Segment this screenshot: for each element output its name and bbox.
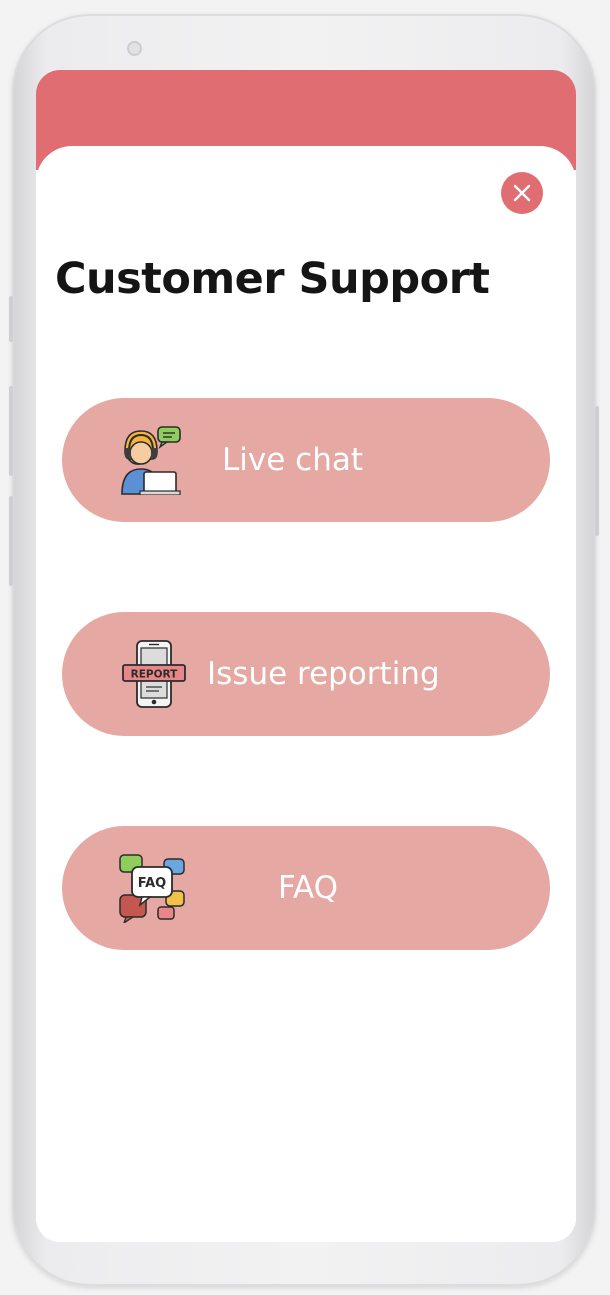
phone-side-button: [9, 386, 13, 476]
faq-bubbles-icon: FAQ: [119, 854, 185, 923]
live-chat-button[interactable]: Live chat: [62, 398, 550, 522]
page-title: Customer Support: [55, 254, 490, 304]
phone-side-button: [595, 406, 599, 536]
faq-icon-text: FAQ: [138, 876, 167, 891]
phone-side-button: [9, 296, 13, 342]
option-label: FAQ: [278, 870, 339, 906]
front-camera: [127, 41, 142, 56]
report-icon-text: REPORT: [131, 669, 178, 681]
option-label: Live chat: [222, 442, 363, 478]
report-phone-icon: REPORT: [122, 640, 186, 708]
faq-button[interactable]: FAQ FAQ: [62, 826, 550, 950]
phone-side-button: [9, 496, 13, 586]
issue-reporting-button[interactable]: REPORT Issue reporting: [62, 612, 550, 736]
app-screen: Customer Support Live chat REPORT Issue …: [36, 70, 576, 1242]
close-icon: [513, 184, 531, 202]
support-agent-icon: [121, 426, 181, 495]
option-label: Issue reporting: [207, 656, 440, 692]
close-button[interactable]: [501, 172, 543, 214]
support-sheet: Customer Support Live chat REPORT Issue …: [36, 146, 576, 1242]
phone-frame: Customer Support Live chat REPORT Issue …: [9, 14, 599, 1286]
